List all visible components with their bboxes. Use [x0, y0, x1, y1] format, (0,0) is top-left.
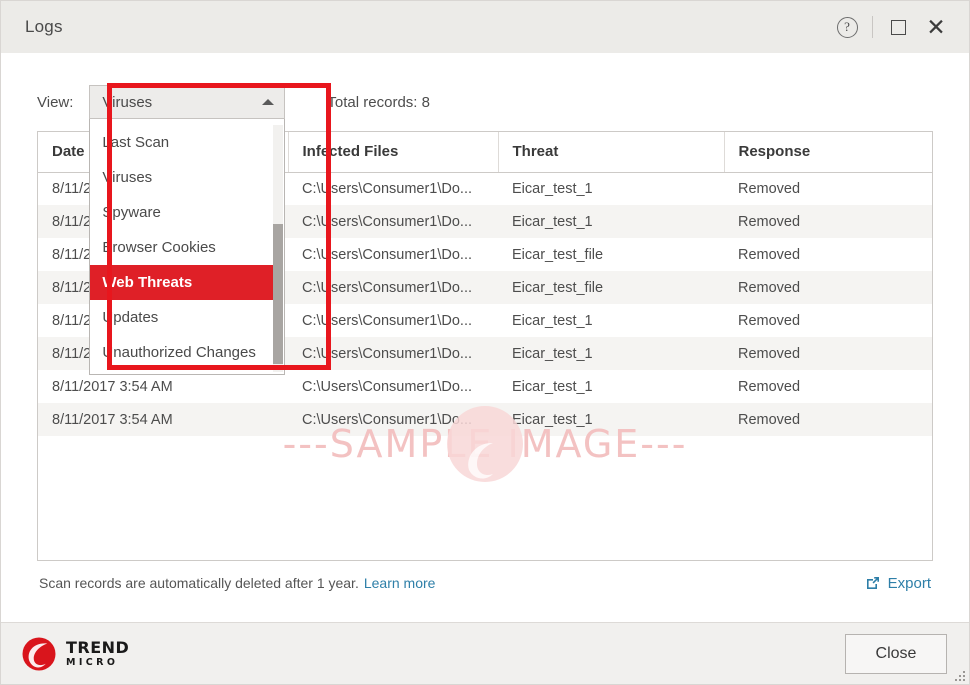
- dropdown-item-label: Unauthorized Changes: [102, 344, 256, 361]
- watermark-swirl-icon: [468, 442, 493, 479]
- close-button[interactable]: Close: [845, 633, 947, 674]
- cell-infected-file: C:\Users\Consumer1\Do...: [302, 279, 473, 296]
- cell-response: Removed: [738, 345, 801, 362]
- dropdown-item-label: Spyware: [102, 204, 161, 221]
- combobox-selected-value: Viruses: [102, 93, 153, 111]
- logo-micro-text: MICRO: [66, 656, 119, 668]
- table-row[interactable]: 8/11/2017 3:54 AM C:\Users\Consumer1\Do.…: [38, 403, 932, 436]
- view-filter-combobox[interactable]: Viruses Last Scan Viruses Spyware Browse…: [89, 85, 286, 375]
- help-circle-icon: ?: [836, 16, 858, 38]
- chevron-up-icon: [262, 99, 275, 105]
- titlebar-divider: [872, 16, 873, 38]
- cell-infected-file: C:\Users\Consumer1\Do...: [302, 213, 473, 230]
- cell-response: Removed: [738, 279, 801, 296]
- close-x-icon: ✕: [926, 13, 946, 40]
- cell-threat: Eicar_test_1: [512, 312, 593, 329]
- trend-micro-logo: TREND MICRO: [21, 636, 129, 672]
- dropdown-item-spyware[interactable]: Spyware: [90, 195, 284, 230]
- total-records-label: Total records: 8: [327, 93, 430, 111]
- dropdown-item-updates[interactable]: Updates: [90, 300, 284, 335]
- cell-threat: Eicar_test_1: [512, 411, 593, 428]
- cell-threat: Eicar_test_file: [512, 279, 604, 296]
- cell-threat: Eicar_test_1: [512, 345, 593, 362]
- dropdown-item-label: Last Scan: [102, 134, 170, 151]
- cell-response: Removed: [738, 411, 801, 428]
- close-window-button[interactable]: ✕: [917, 8, 955, 46]
- column-header-response[interactable]: Response: [724, 132, 932, 173]
- footer-note-row: Scan records are automatically deleted a…: [37, 561, 933, 605]
- logo-wordmark: TREND MICRO: [66, 637, 130, 668]
- column-header-threat[interactable]: Threat: [498, 132, 725, 173]
- trend-micro-logo-icon: [22, 637, 56, 670]
- cell-response: Removed: [738, 312, 801, 329]
- page-title: Logs: [25, 17, 63, 36]
- maximize-button[interactable]: [879, 8, 917, 46]
- cell-threat: Eicar_test_1: [512, 180, 593, 197]
- cell-response: Removed: [738, 180, 801, 197]
- cell-response: Removed: [738, 246, 801, 263]
- logs-window: Logs ? ✕ View: Viruses Last Scan Viruses…: [0, 0, 970, 685]
- cell-infected-file: C:\Users\Consumer1\Do...: [302, 411, 473, 428]
- retention-note: Scan records are automatically deleted a…: [39, 575, 359, 591]
- cell-threat: Eicar_test_1: [512, 378, 593, 395]
- export-button[interactable]: Export: [865, 575, 931, 592]
- dropdown-item-unauthorized-changes[interactable]: Unauthorized Changes: [90, 335, 284, 370]
- column-header-infected-files[interactable]: Infected Files: [288, 132, 499, 173]
- dropdown-item-viruses[interactable]: Viruses: [90, 160, 284, 195]
- dropdown-scrollbar-thumb[interactable]: [273, 224, 284, 364]
- cell-infected-file: C:\Users\Consumer1\Do...: [302, 180, 473, 197]
- cell-infected-file: C:\Users\Consumer1\Do...: [302, 312, 473, 329]
- external-link-icon: [866, 577, 879, 589]
- dropdown-item-last-scan[interactable]: Last Scan: [90, 125, 284, 160]
- dropdown-item-label: Web Threats: [102, 274, 193, 291]
- controls-row: View: Viruses Last Scan Viruses Spyware: [37, 79, 933, 375]
- learn-more-link[interactable]: Learn more: [364, 575, 436, 591]
- view-label: View:: [37, 93, 74, 111]
- title-bar: Logs ? ✕: [1, 1, 969, 53]
- help-button[interactable]: ?: [828, 8, 866, 46]
- cell-infected-file: C:\Users\Consumer1\Do...: [302, 246, 473, 263]
- cell-threat: Eicar_test_file: [512, 246, 604, 263]
- maximize-square-icon: [890, 19, 906, 35]
- cell-response: Removed: [738, 378, 801, 395]
- bottom-bar: TREND MICRO Close: [1, 622, 969, 684]
- dropdown-item-web-threats[interactable]: Web Threats: [90, 265, 275, 300]
- cell-infected-file: C:\Users\Consumer1\Do...: [302, 378, 473, 395]
- cell-infected-file: C:\Users\Consumer1\Do...: [302, 345, 473, 362]
- dropdown-item-label: Browser Cookies: [102, 239, 216, 256]
- cell-date: 8/11/2017 3:54 AM: [52, 411, 173, 428]
- export-label: Export: [887, 574, 931, 592]
- cell-threat: Eicar_test_1: [512, 213, 593, 230]
- dropdown-item-label: Updates: [102, 309, 159, 326]
- combobox-header[interactable]: Viruses: [89, 85, 286, 119]
- cell-response: Removed: [738, 213, 801, 230]
- resize-grip-icon[interactable]: [953, 669, 965, 681]
- main-content: View: Viruses Last Scan Viruses Spyware: [1, 53, 969, 622]
- dropdown-list[interactable]: Last Scan Viruses Spyware Browser Cookie…: [89, 119, 286, 375]
- logo-trend-text: TREND: [66, 637, 130, 657]
- dropdown-item-label: Viruses: [102, 169, 153, 186]
- dropdown-item-browser-cookies[interactable]: Browser Cookies: [90, 230, 284, 265]
